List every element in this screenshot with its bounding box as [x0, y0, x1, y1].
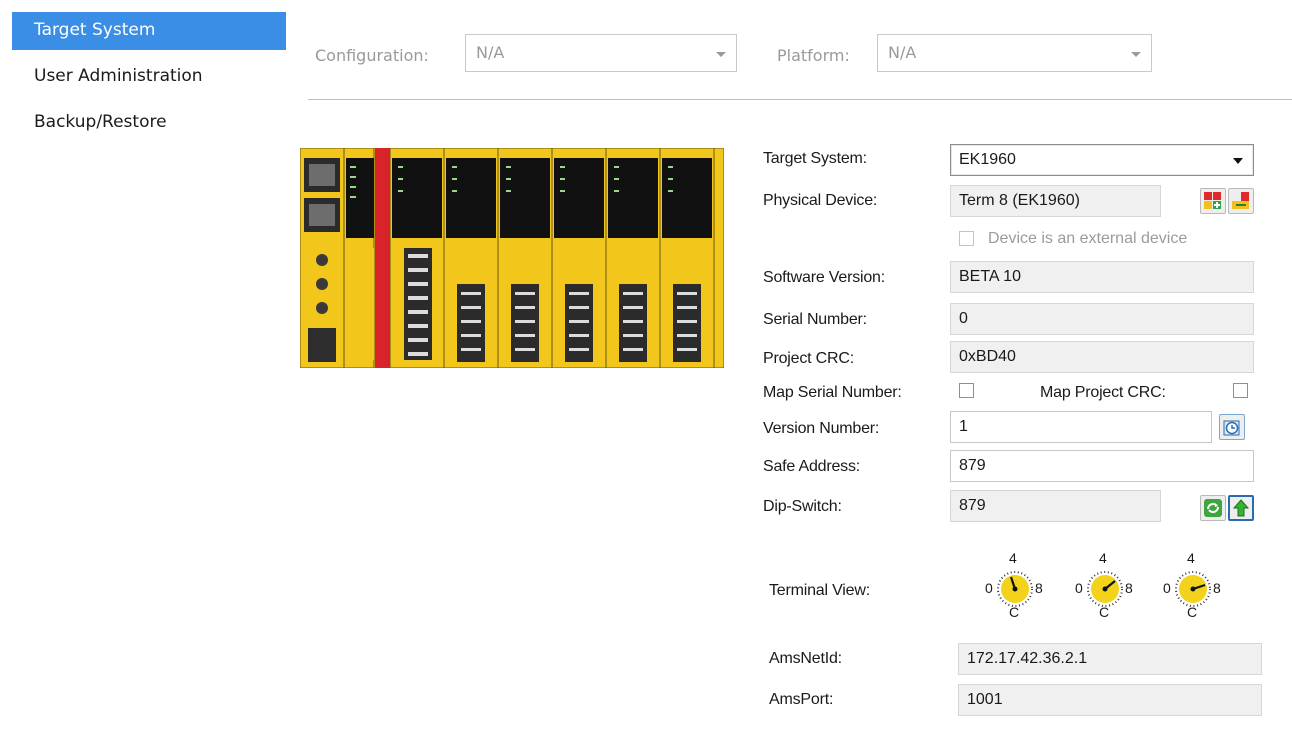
serial-number-field: 0 [950, 303, 1254, 335]
add-device-button[interactable] [1200, 188, 1226, 214]
terminal-device-image [300, 148, 724, 368]
dial-label-top: 4 [1099, 550, 1107, 566]
refresh-dip-switch-button[interactable] [1200, 495, 1226, 521]
software-version-label: Software Version: [763, 269, 885, 286]
physical-device-value: Term 8 (EK1960) [959, 192, 1080, 209]
nav-item-target-system[interactable]: Target System [12, 12, 286, 50]
project-crc-field: 0xBD40 [950, 341, 1254, 373]
amsport-label: AmsPort: [769, 691, 834, 708]
project-crc-value: 0xBD40 [959, 348, 1016, 365]
rotary-dial-2: 4 0 8 C [1072, 550, 1138, 620]
terminal-view-label: Terminal View: [769, 582, 870, 599]
platform-value: N/A [888, 43, 917, 62]
dial-label-right: 8 [1213, 580, 1221, 596]
physical-device-field: Term 8 (EK1960) [950, 185, 1161, 217]
header-divider [308, 99, 1292, 100]
version-info-button[interactable] [1219, 414, 1245, 440]
chevron-down-icon [1233, 158, 1243, 164]
map-project-crc-checkbox[interactable] [1233, 383, 1248, 398]
up-arrow-icon [1232, 499, 1250, 517]
safe-address-value: 879 [959, 457, 986, 474]
dip-switch-label: Dip-Switch: [763, 498, 842, 515]
dip-switch-value: 879 [959, 497, 986, 514]
software-version-value: BETA 10 [959, 268, 1021, 285]
dial-label-left: 0 [1075, 580, 1083, 596]
chevron-down-icon [1131, 52, 1141, 57]
platform-select[interactable]: N/A [877, 34, 1152, 72]
version-number-label: Version Number: [763, 420, 880, 437]
configuration-select[interactable]: N/A [465, 34, 737, 72]
rotary-dial-3: 4 0 8 C [1160, 550, 1226, 620]
nav-active-arrow [264, 12, 283, 50]
amsnetid-field: 172.17.42.36.2.1 [958, 643, 1262, 675]
nav-item-user-administration[interactable]: User Administration [12, 58, 203, 96]
add-device-icon [1204, 192, 1221, 209]
dial-knob-icon [1175, 571, 1211, 607]
nav-item-label: Target System [34, 20, 156, 40]
physical-device-label: Physical Device: [763, 192, 878, 209]
version-number-value: 1 [959, 418, 968, 435]
remove-device-button[interactable] [1228, 188, 1254, 214]
configuration-value: N/A [476, 43, 505, 62]
version-number-input[interactable]: 1 [950, 411, 1212, 443]
map-project-crc-label: Map Project CRC: [1040, 384, 1166, 401]
configuration-label: Configuration: [315, 46, 429, 65]
project-crc-label: Project CRC: [763, 350, 854, 367]
external-device-checkbox[interactable] [959, 231, 974, 246]
refresh-icon [1204, 499, 1222, 517]
nav-item-label: Backup/Restore [34, 112, 167, 132]
amsport-value: 1001 [967, 691, 1003, 708]
serial-number-label: Serial Number: [763, 311, 867, 328]
chevron-down-icon [716, 52, 726, 57]
amsnetid-value: 172.17.42.36.2.1 [967, 650, 1088, 667]
remove-device-icon [1232, 192, 1249, 209]
history-icon [1223, 420, 1240, 436]
dial-label-top: 4 [1187, 550, 1195, 566]
target-system-select[interactable]: EK1960 [950, 144, 1254, 176]
amsport-field: 1001 [958, 684, 1262, 716]
map-serial-number-label: Map Serial Number: [763, 384, 902, 401]
amsnetid-label: AmsNetId: [769, 650, 842, 667]
target-system-value: EK1960 [959, 151, 1016, 168]
dial-knob-icon [997, 571, 1033, 607]
nav-item-backup-restore[interactable]: Backup/Restore [12, 104, 167, 142]
dial-label-top: 4 [1009, 550, 1017, 566]
dial-label-right: 8 [1125, 580, 1133, 596]
software-version-field: BETA 10 [950, 261, 1254, 293]
dial-label-left: 0 [985, 580, 993, 596]
platform-label: Platform: [777, 46, 850, 65]
rotary-dial-1: 4 0 8 C [982, 550, 1048, 620]
dial-label-right: 8 [1035, 580, 1043, 596]
dial-knob-icon [1087, 571, 1123, 607]
safe-address-label: Safe Address: [763, 458, 861, 475]
upload-dip-switch-button[interactable] [1228, 495, 1254, 521]
serial-number-value: 0 [959, 310, 968, 327]
target-system-label: Target System: [763, 150, 867, 167]
map-serial-number-checkbox[interactable] [959, 383, 974, 398]
nav-item-label: User Administration [34, 66, 203, 86]
external-device-label: Device is an external device [988, 230, 1188, 247]
safe-address-input[interactable]: 879 [950, 450, 1254, 482]
dip-switch-field: 879 [950, 490, 1161, 522]
dial-label-left: 0 [1163, 580, 1171, 596]
